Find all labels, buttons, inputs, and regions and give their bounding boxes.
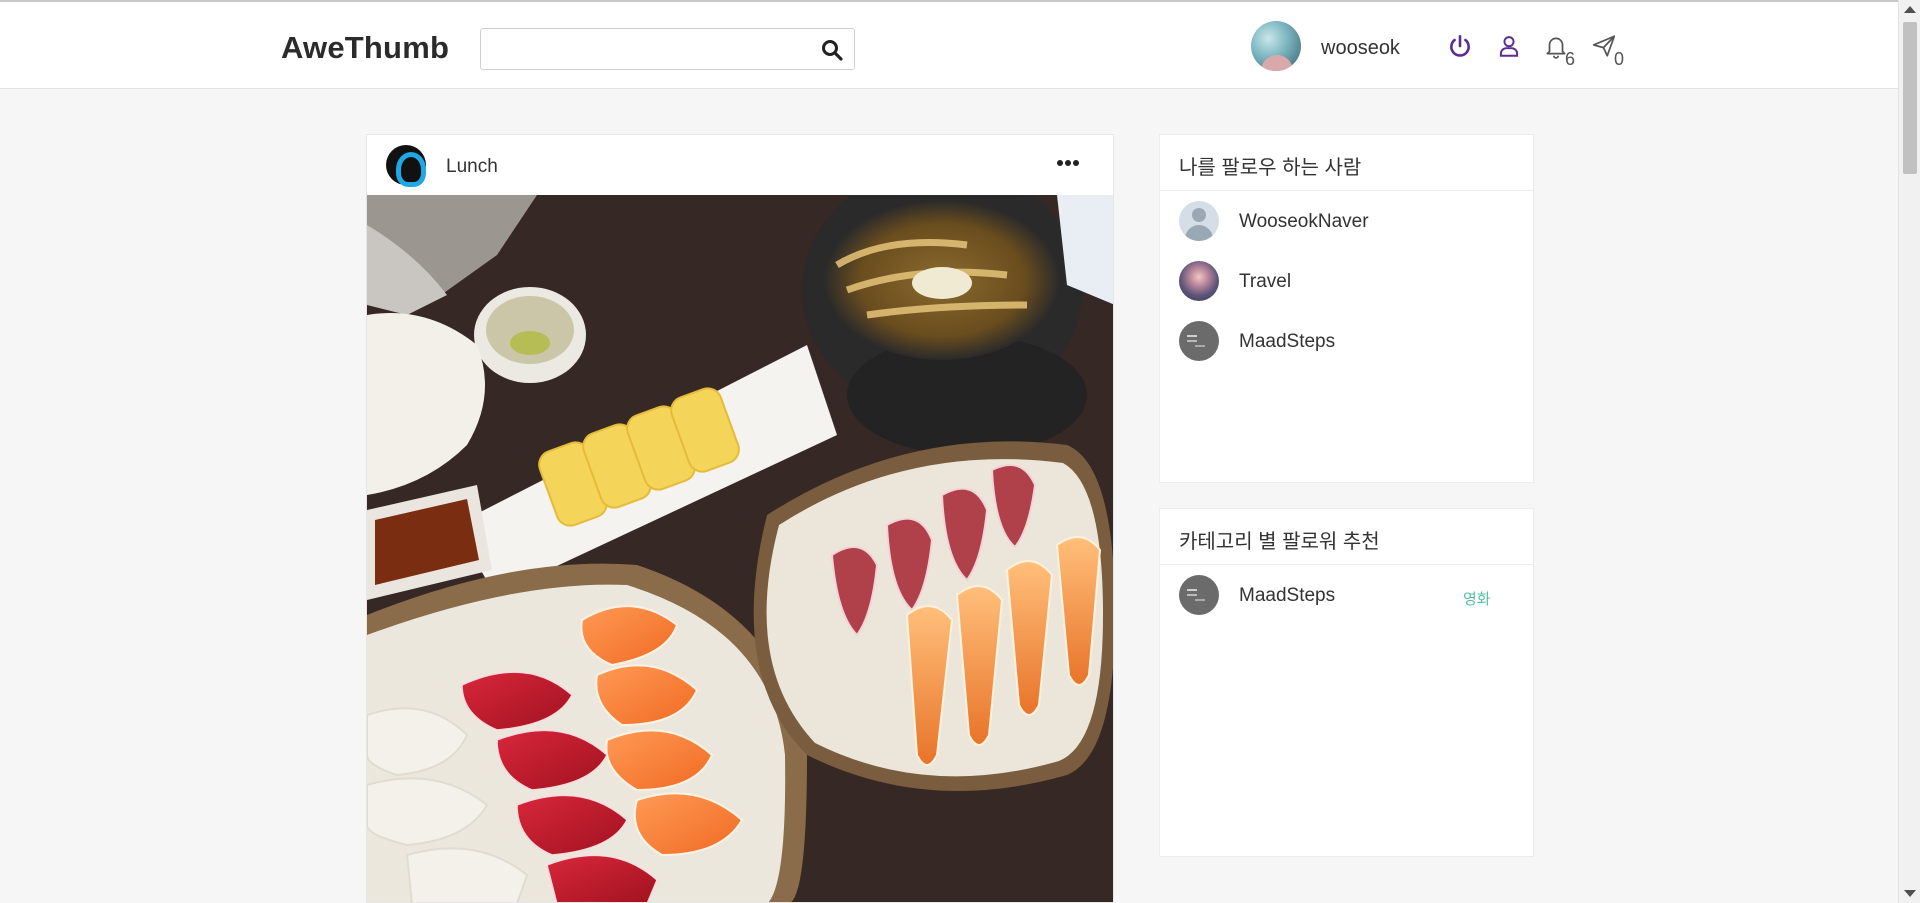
user-avatar[interactable]: [1179, 261, 1219, 301]
nav-username[interactable]: wooseok: [1321, 37, 1400, 60]
follower-name[interactable]: WooseokNaver: [1239, 211, 1369, 233]
profile-icon[interactable]: [1496, 33, 1522, 59]
messages-count: 0: [1614, 49, 1625, 69]
follower-row[interactable]: MaadSteps: [1160, 311, 1533, 371]
search-icon[interactable]: [820, 38, 844, 62]
scroll-up-icon[interactable]: [1904, 6, 1916, 13]
post-author-avatar[interactable]: [386, 145, 426, 187]
followers-card: 나를 팔로우 하는 사람 WooseokNaver Travel MaadSte…: [1159, 134, 1534, 483]
post-title[interactable]: Lunch: [446, 156, 498, 178]
search-input[interactable]: [487, 35, 807, 63]
scroll-thumb[interactable]: [1903, 22, 1917, 174]
user-avatar[interactable]: [1179, 575, 1219, 615]
recommend-card: 카테고리 별 팔로워 추천 MaadSteps 영화: [1159, 508, 1534, 857]
search-box: [480, 28, 855, 70]
recommend-row[interactable]: MaadSteps 영화: [1160, 565, 1533, 625]
post-image[interactable]: [367, 195, 1114, 903]
recommend-card-title: 카테고리 별 팔로워 추천: [1160, 509, 1533, 565]
follower-row[interactable]: Travel: [1160, 251, 1533, 311]
more-options-icon[interactable]: [1053, 151, 1083, 175]
post-header: Lunch: [367, 135, 1113, 195]
vertical-scrollbar[interactable]: [1898, 0, 1920, 903]
followers-card-title: 나를 팔로우 하는 사람: [1160, 135, 1533, 191]
app-logo[interactable]: AweThumb: [281, 30, 449, 66]
user-avatar[interactable]: [1251, 21, 1301, 71]
scroll-down-icon[interactable]: [1904, 890, 1916, 897]
follower-name[interactable]: MaadSteps: [1239, 331, 1335, 353]
top-navbar: AweThumb wooseok 6 0: [0, 2, 1898, 89]
user-avatar[interactable]: [1179, 321, 1219, 361]
follower-name[interactable]: Travel: [1239, 271, 1291, 293]
post-card: Lunch: [366, 134, 1114, 903]
recommend-name[interactable]: MaadSteps: [1239, 585, 1335, 607]
user-avatar[interactable]: [1179, 201, 1219, 241]
category-badge: 영화: [1463, 591, 1491, 608]
power-icon[interactable]: [1447, 33, 1473, 59]
notifications-count: 6: [1565, 49, 1576, 69]
follower-row[interactable]: WooseokNaver: [1160, 191, 1533, 251]
